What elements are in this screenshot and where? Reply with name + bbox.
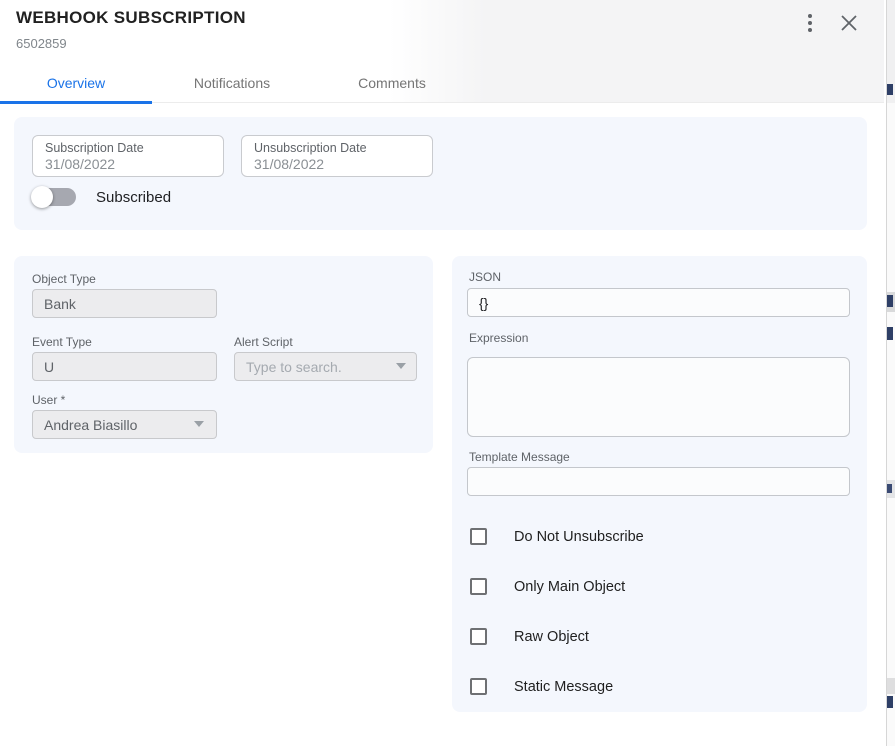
message-panel: JSON Expression Template Message Do Not …	[452, 256, 867, 712]
close-icon[interactable]	[838, 12, 860, 34]
object-type-input	[32, 289, 217, 318]
record-id: 6502859	[16, 36, 67, 51]
alert-script-label: Alert Script	[234, 335, 293, 349]
event-type-label: Event Type	[32, 335, 92, 349]
subscription-date-value: 31/08/2022	[45, 156, 211, 172]
dialog-header: WEBHOOK SUBSCRIPTION 6502859 Overview No…	[0, 0, 884, 103]
subscribed-toggle[interactable]: Subscribed	[32, 188, 171, 206]
checkbox-static-message[interactable]: Static Message	[470, 678, 613, 695]
checkbox-label: Do Not Unsubscribe	[514, 529, 644, 545]
checkbox-label: Only Main Object	[514, 579, 625, 595]
template-message-input[interactable]	[467, 467, 850, 496]
template-message-label: Template Message	[469, 450, 570, 464]
unsubscription-date-value: 31/08/2022	[254, 156, 420, 172]
checkbox-icon	[470, 528, 487, 545]
expression-textarea[interactable]	[467, 357, 850, 437]
user-select	[32, 410, 217, 439]
checkbox-only-main-object[interactable]: Only Main Object	[470, 578, 625, 595]
details-panel: Object Type Event Type Alert Script User…	[14, 256, 433, 453]
event-type-input	[32, 352, 217, 381]
page-title: WEBHOOK SUBSCRIPTION	[16, 8, 246, 28]
subscribed-toggle-label: Subscribed	[96, 189, 171, 206]
tab-overview[interactable]: Overview	[0, 62, 152, 103]
checkbox-icon	[470, 578, 487, 595]
background-page-strip	[886, 0, 895, 746]
checkbox-icon	[470, 628, 487, 645]
subscription-date-field[interactable]: Subscription Date 31/08/2022	[32, 135, 224, 177]
toggle-knob-icon	[31, 186, 53, 208]
toggle-track-icon	[32, 188, 76, 206]
object-type-label: Object Type	[32, 272, 96, 286]
unsubscription-date-label: Unsubscription Date	[254, 141, 420, 155]
tab-notifications-label: Notifications	[194, 75, 270, 91]
checkbox-label: Raw Object	[514, 629, 589, 645]
subscription-date-label: Subscription Date	[45, 141, 211, 155]
checkbox-label: Static Message	[514, 679, 613, 695]
checkbox-raw-object[interactable]: Raw Object	[470, 628, 589, 645]
tab-comments-label: Comments	[358, 75, 426, 91]
expression-label: Expression	[469, 331, 528, 345]
tab-overview-label: Overview	[47, 75, 105, 91]
alert-script-select	[234, 352, 417, 381]
subscription-panel: Subscription Date 31/08/2022 Unsubscript…	[14, 117, 867, 230]
checkbox-icon	[470, 678, 487, 695]
json-input[interactable]	[467, 288, 850, 317]
unsubscription-date-field[interactable]: Unsubscription Date 31/08/2022	[241, 135, 433, 177]
user-label: User *	[32, 393, 65, 407]
checkbox-do-not-unsubscribe[interactable]: Do Not Unsubscribe	[470, 528, 644, 545]
tab-bar: Overview Notifications Comments	[0, 62, 472, 103]
tab-comments[interactable]: Comments	[312, 62, 472, 103]
json-label: JSON	[469, 270, 501, 284]
tab-notifications[interactable]: Notifications	[152, 62, 312, 103]
kebab-menu-icon[interactable]	[800, 10, 820, 36]
